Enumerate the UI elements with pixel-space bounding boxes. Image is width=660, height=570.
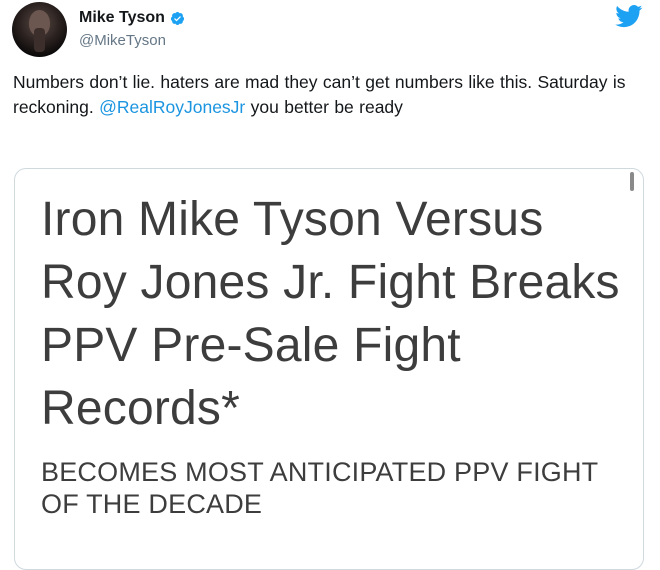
verified-badge-icon	[170, 11, 185, 25]
avatar[interactable]	[12, 2, 67, 57]
tweet-text-part: you better be ready	[245, 97, 403, 117]
author-name-text[interactable]: Mike Tyson	[79, 9, 165, 27]
card-headline: Iron Mike Tyson Versus Roy Jones Jr. Fig…	[41, 193, 620, 435]
avatar-hands	[34, 28, 45, 52]
card-subheadline: BECOMES MOST ANTICIPATED PPV FIGHT OF TH…	[41, 457, 598, 519]
author-handle[interactable]: @MikeTyson	[79, 32, 166, 49]
tweet-text: Numbers don’t lie. haters are mad they c…	[13, 70, 638, 120]
twitter-bird-icon[interactable]	[615, 5, 643, 28]
mention-link[interactable]: @RealRoyJonesJr	[99, 97, 245, 117]
author-name[interactable]: Mike Tyson	[79, 9, 185, 27]
